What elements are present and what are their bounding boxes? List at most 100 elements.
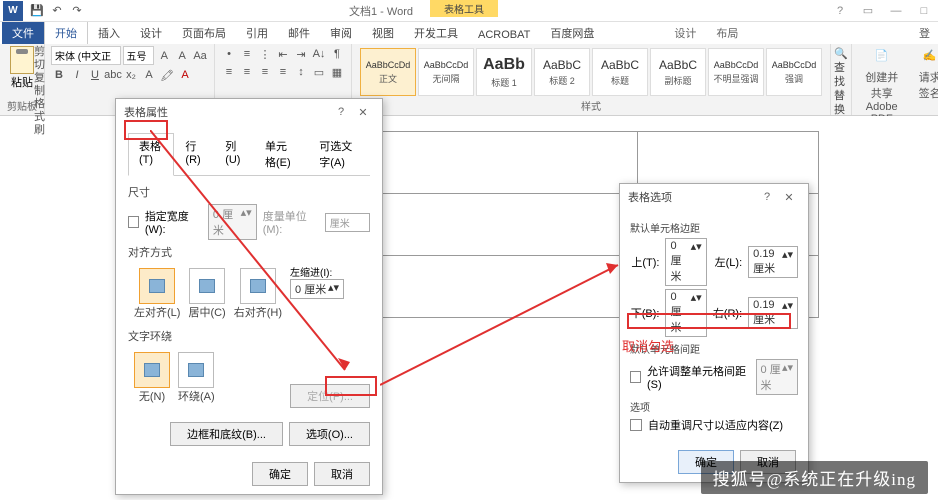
- auto-resize-checkbox[interactable]: [630, 419, 642, 431]
- style-无间隔[interactable]: AaBbCcDd无间隔: [418, 48, 474, 96]
- italic-icon[interactable]: I: [69, 67, 85, 83]
- text-effects-icon[interactable]: A: [141, 67, 157, 83]
- dialog-title-bar[interactable]: 表格属性 ? ✕: [116, 99, 382, 125]
- maximize-icon[interactable]: □: [910, 0, 938, 22]
- minimize-icon[interactable]: —: [882, 0, 910, 22]
- options-button[interactable]: 选项(O)...: [289, 422, 370, 446]
- group-acrobat: 📄创建并共享Adobe PDF ✍请求 签名 Adobe Acrobat: [852, 44, 938, 115]
- dialog-help-icon[interactable]: ?: [330, 106, 352, 118]
- tab-review[interactable]: 审阅: [320, 22, 362, 44]
- wrap-around-option[interactable]: 环绕(A): [178, 352, 215, 404]
- ok-button[interactable]: 确定: [252, 462, 308, 486]
- align-right-icon[interactable]: ≡: [257, 64, 273, 80]
- tab-home[interactable]: 开始: [44, 21, 88, 44]
- align-right-option[interactable]: 右对齐(H): [234, 268, 282, 320]
- decrease-indent-icon[interactable]: ⇤: [275, 46, 291, 62]
- tab-baidu[interactable]: 百度网盘: [540, 22, 604, 44]
- style-正文[interactable]: AaBbCcDd正文: [360, 48, 416, 96]
- strike-icon[interactable]: abc: [105, 67, 121, 83]
- show-marks-icon[interactable]: ¶: [329, 46, 345, 62]
- request-signature-button[interactable]: ✍请求 签名: [909, 49, 938, 125]
- subscript-icon[interactable]: x₂: [123, 67, 139, 83]
- tab-layout[interactable]: 页面布局: [172, 22, 236, 44]
- style-强调[interactable]: AaBbCcDd强调: [766, 48, 822, 96]
- style-标题 2[interactable]: AaBbC标题 2: [534, 48, 590, 96]
- tab-mailings[interactable]: 邮件: [278, 22, 320, 44]
- tab-insert[interactable]: 插入: [88, 22, 130, 44]
- bullets-icon[interactable]: •: [221, 46, 237, 62]
- wrap-none-option[interactable]: 无(N): [134, 352, 170, 404]
- dialog-help-icon[interactable]: ?: [756, 191, 778, 203]
- save-icon[interactable]: 💾: [29, 3, 45, 19]
- preferred-width-input[interactable]: 0 厘米▴▾: [208, 204, 257, 240]
- preferred-width-checkbox[interactable]: [128, 216, 139, 228]
- style-副标题[interactable]: AaBbC副标题: [650, 48, 706, 96]
- redo-icon[interactable]: ↷: [69, 3, 85, 19]
- tab-view[interactable]: 视图: [362, 22, 404, 44]
- tab-cell[interactable]: 单元格(E): [254, 133, 308, 175]
- context-tab-title: 表格工具: [430, 0, 498, 17]
- align-center-option[interactable]: 居中(C): [188, 268, 225, 320]
- tab-table[interactable]: 表格(T): [128, 133, 174, 176]
- highlight-icon[interactable]: 🖍: [159, 67, 175, 83]
- line-spacing-icon[interactable]: ↕: [293, 64, 309, 80]
- style-标题[interactable]: AaBbC标题: [592, 48, 648, 96]
- tab-alttext[interactable]: 可选文字(A): [308, 133, 370, 175]
- allow-spacing-checkbox[interactable]: [630, 371, 641, 383]
- grow-font-icon[interactable]: A: [156, 48, 172, 64]
- tab-table-layout[interactable]: 布局: [706, 22, 748, 44]
- shading-icon[interactable]: ▭: [311, 64, 327, 80]
- login-link[interactable]: 登: [911, 22, 938, 44]
- increase-indent-icon[interactable]: ⇥: [293, 46, 309, 62]
- create-share-pdf-button[interactable]: 📄创建并共享Adobe PDF: [861, 49, 903, 125]
- spacing-input[interactable]: 0 厘米▴▾: [756, 359, 798, 395]
- bold-icon[interactable]: B: [51, 67, 67, 83]
- font-size-select[interactable]: 五号: [123, 46, 155, 65]
- tab-design[interactable]: 设计: [130, 22, 172, 44]
- undo-icon[interactable]: ↶: [49, 3, 65, 19]
- tab-acrobat[interactable]: ACROBAT: [468, 26, 540, 44]
- style-标题 1[interactable]: AaBb标题 1: [476, 48, 532, 96]
- underline-icon[interactable]: U: [87, 67, 103, 83]
- justify-icon[interactable]: ≡: [275, 64, 291, 80]
- tab-developer[interactable]: 开发工具: [404, 22, 468, 44]
- ribbon-options-icon[interactable]: ▭: [854, 0, 882, 22]
- align-left-option[interactable]: 左对齐(L): [134, 268, 180, 320]
- numbering-icon[interactable]: ≡: [239, 46, 255, 62]
- cancel-button[interactable]: 取消: [314, 462, 370, 486]
- dialog-close-icon[interactable]: ✕: [352, 106, 374, 119]
- measure-unit-select[interactable]: 厘米: [325, 213, 370, 232]
- tab-file[interactable]: 文件: [2, 22, 44, 44]
- tab-column[interactable]: 列(U): [214, 133, 254, 175]
- multilevel-icon[interactable]: ⋮: [257, 46, 273, 62]
- dialog-title-bar[interactable]: 表格选项 ? ✕: [620, 184, 808, 210]
- top-margin-input[interactable]: 0 厘米▴▾: [665, 238, 706, 286]
- sort-icon[interactable]: A↓: [311, 46, 327, 62]
- replace-button[interactable]: 替换: [834, 89, 848, 117]
- right-margin-input[interactable]: 0.19 厘米▴▾: [748, 297, 798, 329]
- tab-references[interactable]: 引用: [236, 22, 278, 44]
- dialog-close-icon[interactable]: ✕: [778, 191, 800, 204]
- borders-shading-button[interactable]: 边框和底纹(B)...: [170, 422, 283, 446]
- left-margin-input[interactable]: 0.19 厘米▴▾: [748, 246, 798, 278]
- indent-input[interactable]: 0 厘米▴▾: [290, 279, 344, 299]
- table-options-dialog: 表格选项 ? ✕ 默认单元格边距 上(T): 0 厘米▴▾ 左(L): 0.19…: [619, 183, 809, 483]
- positioning-button[interactable]: 定位(P)...: [290, 384, 370, 408]
- tab-table-design[interactable]: 设计: [664, 22, 706, 44]
- change-case-icon[interactable]: Aa: [192, 48, 208, 64]
- help-icon[interactable]: ?: [826, 0, 854, 22]
- align-center-icon[interactable]: ≡: [239, 64, 255, 80]
- font-name-select[interactable]: 宋体 (中文正: [51, 46, 121, 65]
- align-left-icon[interactable]: ≡: [221, 64, 237, 80]
- font-color-icon[interactable]: A: [177, 67, 193, 83]
- bottom-margin-input[interactable]: 0 厘米▴▾: [665, 289, 706, 337]
- copy-button[interactable]: 复制: [34, 72, 45, 98]
- shrink-font-icon[interactable]: A: [174, 48, 190, 64]
- borders-icon[interactable]: ▦: [329, 64, 345, 80]
- cut-button[interactable]: 剪切: [34, 46, 45, 72]
- style-不明显强调[interactable]: AaBbCcDd不明显强调: [708, 48, 764, 96]
- tab-row[interactable]: 行(R): [174, 133, 214, 175]
- find-button[interactable]: 🔍查找: [834, 47, 848, 89]
- format-painter-button[interactable]: 格式刷: [34, 98, 45, 137]
- styles-gallery[interactable]: AaBbCcDd正文AaBbCcDd无间隔AaBb标题 1AaBbC标题 2Aa…: [358, 46, 824, 98]
